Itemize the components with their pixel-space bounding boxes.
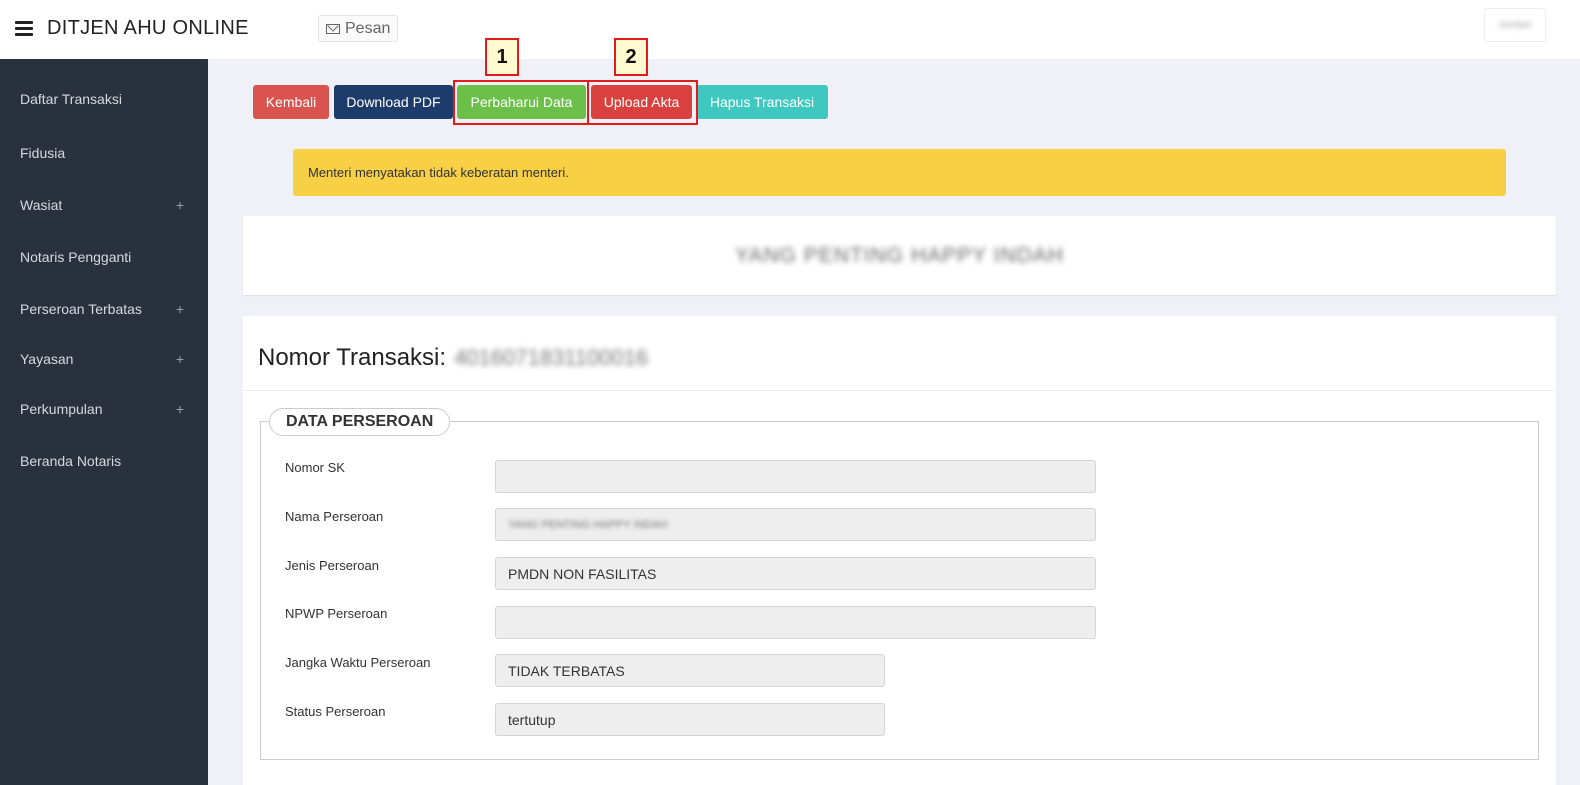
sidebar-item-label: Perkumpulan (20, 401, 103, 417)
transaction-number: 4016071831100016 (454, 345, 649, 370)
field-label-status-perseroan: Status Perseroan (285, 704, 386, 719)
field-value: YANG PENTING HAPPY INDAH (508, 518, 668, 531)
transaction-label: Nomor Transaksi: (258, 344, 447, 371)
sidebar-item-perseroan-terbatas[interactable]: Perseroan Terbatas + (0, 296, 208, 322)
user-name: Jordan (1498, 19, 1532, 31)
transaction-title: Nomor Transaksi: 4016071831100016 (258, 344, 648, 372)
hapus-transaksi-button[interactable]: Hapus Transaksi (696, 85, 828, 119)
jenis-perseroan-field[interactable]: PMDN NON FASILITAS (495, 557, 1096, 590)
field-label-npwp-perseroan: NPWP Perseroan (285, 606, 388, 621)
sidebar-item-yayasan[interactable]: Yayasan + (0, 346, 208, 372)
field-label-nomor-sk: Nomor SK (285, 460, 345, 475)
download-pdf-button[interactable]: Download PDF (334, 85, 453, 119)
divider (243, 390, 1556, 391)
top-bar: DITJEN AHU ONLINE Pesan Jordan (0, 0, 1580, 59)
sidebar-item-label: Fidusia (20, 145, 66, 161)
field-value: TIDAK TERBATAS (508, 662, 625, 679)
callout-number-2: 2 (614, 38, 648, 76)
nama-perseroan-field[interactable]: YANG PENTING HAPPY INDAH (495, 508, 1096, 541)
sidebar-item-perkumpulan[interactable]: Perkumpulan + (0, 396, 208, 422)
expand-plus-icon[interactable]: + (176, 401, 184, 417)
expand-plus-icon[interactable]: + (176, 197, 184, 213)
nomor-sk-field[interactable] (495, 460, 1096, 493)
warning-alert: Menteri menyatakan tidak keberatan mente… (293, 149, 1506, 196)
sidebar-item-notaris-pengganti[interactable]: Notaris Pengganti (0, 244, 208, 270)
hamburger-menu-icon[interactable] (15, 21, 33, 36)
sidebar: Daftar Transaksi Fidusia Wasiat + Notari… (0, 59, 208, 785)
field-label-nama-perseroan: Nama Perseroan (285, 509, 384, 524)
company-name: YANG PENTING HAPPY INDAH (735, 243, 1064, 267)
highlight-box-upload (587, 80, 698, 125)
data-perseroan-legend: DATA PERSEROAN (269, 408, 451, 436)
kembali-button[interactable]: Kembali (253, 85, 329, 119)
alert-message: Menteri menyatakan tidak keberatan mente… (308, 165, 569, 180)
expand-plus-icon[interactable]: + (176, 351, 184, 367)
sidebar-item-label: Beranda Notaris (20, 453, 122, 469)
field-label-jangka-waktu: Jangka Waktu Perseroan (285, 655, 431, 670)
sidebar-item-fidusia[interactable]: Fidusia (0, 140, 208, 166)
sidebar-item-beranda-notaris[interactable]: Beranda Notaris (0, 448, 208, 474)
npwp-perseroan-field[interactable] (495, 606, 1096, 639)
sidebar-item-daftar-transaksi[interactable]: Daftar Transaksi (0, 86, 208, 112)
jangka-waktu-field[interactable]: TIDAK TERBATAS (495, 654, 885, 687)
pesan-label: Pesan (345, 19, 391, 37)
expand-plus-icon[interactable]: + (176, 301, 184, 317)
sidebar-item-label: Daftar Transaksi (20, 91, 122, 107)
transaction-detail-card: Nomor Transaksi: 4016071831100016 DATA P… (243, 316, 1556, 785)
pesan-button[interactable]: Pesan (318, 15, 399, 42)
data-perseroan-fieldset: DATA PERSEROAN Nomor SK Nama Perseroan Y… (260, 408, 1539, 760)
user-menu-dropdown[interactable]: Jordan (1484, 8, 1546, 42)
field-label-jenis-perseroan: Jenis Perseroan (285, 558, 379, 573)
field-value: PMDN NON FASILITAS (508, 565, 657, 582)
callout-number-1: 1 (485, 38, 519, 76)
envelope-icon (326, 23, 340, 34)
highlight-box-perbaharui (453, 80, 589, 125)
sidebar-item-label: Yayasan (20, 351, 74, 367)
sidebar-item-wasiat[interactable]: Wasiat + (0, 192, 208, 218)
app-brand-title: DITJEN AHU ONLINE (47, 17, 249, 39)
status-perseroan-field[interactable]: tertutup (495, 703, 885, 736)
sidebar-item-label: Notaris Pengganti (20, 249, 132, 265)
sidebar-item-label: Wasiat (20, 197, 63, 213)
field-value: tertutup (508, 711, 556, 728)
sidebar-item-label: Perseroan Terbatas (20, 301, 142, 317)
company-name-card: YANG PENTING HAPPY INDAH (243, 216, 1556, 295)
